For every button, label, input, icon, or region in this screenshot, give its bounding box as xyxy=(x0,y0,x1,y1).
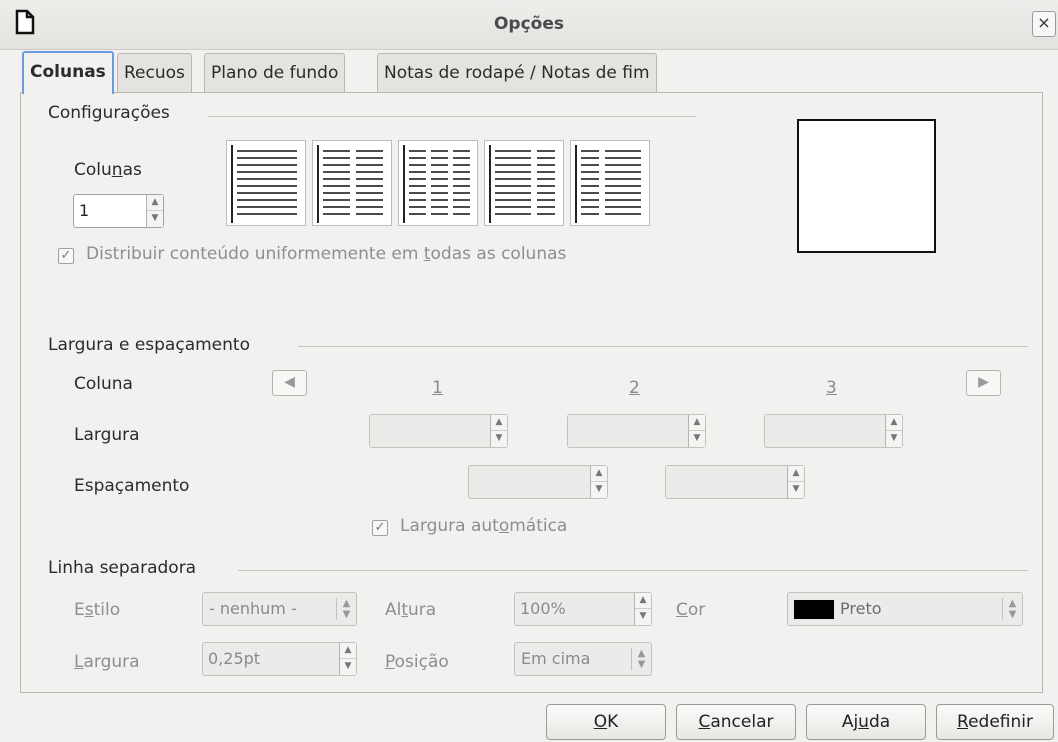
columns-label: Colunas xyxy=(74,160,142,180)
column-row-label: Coluna xyxy=(74,374,133,394)
distribute-checkbox[interactable]: ✓ xyxy=(58,248,74,264)
width-spacing-title: Largura e espaçamento xyxy=(48,335,250,355)
column-1-width-field[interactable]: ▲ ▼ xyxy=(369,414,508,448)
reset-button[interactable]: Redefinir xyxy=(936,704,1054,740)
line-width-label: Largura xyxy=(74,652,140,672)
column-2-width-field[interactable]: ▲ ▼ xyxy=(567,414,706,448)
height-value: 100% xyxy=(520,599,566,618)
settings-divider xyxy=(208,116,696,117)
title-bar: Opções × xyxy=(0,0,1058,50)
preset-2-columns[interactable] xyxy=(312,140,392,226)
chevron-updown-icon: ▲ ▼ xyxy=(1002,598,1022,620)
settings-section-title: Configurações xyxy=(48,103,170,123)
help-button[interactable]: Ajuda xyxy=(806,704,926,740)
style-value: - nenhum - xyxy=(209,599,297,618)
width-spacing-divider xyxy=(298,346,1028,347)
close-icon[interactable]: × xyxy=(1032,11,1056,37)
arrow-left-icon[interactable]: ◀ xyxy=(272,370,307,396)
position-label: Posição xyxy=(385,652,449,672)
auto-width-checkbox[interactable]: ✓ xyxy=(372,520,388,536)
stepper-buttons[interactable]: ▲ ▼ xyxy=(146,195,163,227)
color-value: Preto xyxy=(840,599,882,618)
column-3-width-field[interactable]: ▲ ▼ xyxy=(764,414,903,448)
column-number-3: 3 xyxy=(826,378,837,398)
ok-button[interactable]: OK xyxy=(546,704,666,740)
height-label: Altura xyxy=(385,600,437,620)
distribute-label: Distribuir conteúdo uniformemente em tod… xyxy=(86,244,567,264)
chevron-updown-icon: ▲ ▼ xyxy=(336,598,356,620)
color-swatch xyxy=(794,600,834,619)
auto-width-label: Largura automática xyxy=(400,516,568,536)
tab-plano-de-fundo[interactable]: Plano de fundo xyxy=(204,53,346,93)
spacing-2-field[interactable]: ▲ ▼ xyxy=(665,465,805,499)
color-select[interactable]: Preto ▲ ▼ xyxy=(787,592,1023,626)
arrow-right-icon[interactable]: ▶ xyxy=(966,370,1001,396)
tab-recuos[interactable]: Recuos xyxy=(117,53,192,93)
preset-3-columns[interactable] xyxy=(398,140,478,226)
preset-1-column[interactable] xyxy=(226,140,306,226)
color-label: Cor xyxy=(676,600,706,620)
page-preview xyxy=(797,119,936,253)
tab-notas[interactable]: Notas de rodapé / Notas de fim xyxy=(377,53,657,93)
separator-divider xyxy=(238,570,1028,571)
spacing-1-field[interactable]: ▲ ▼ xyxy=(468,465,608,499)
preset-2-columns-left-wide[interactable] xyxy=(484,140,564,226)
position-select[interactable]: Em cima ▲ ▼ xyxy=(514,642,652,676)
style-select[interactable]: - nenhum - ▲ ▼ xyxy=(202,592,357,626)
chevron-updown-icon: ▲ ▼ xyxy=(631,648,651,670)
spacing-row-label: Espaçamento xyxy=(74,476,190,496)
column-number-2: 2 xyxy=(629,378,640,398)
line-width-value: 0,25pt xyxy=(208,649,261,668)
column-number-1: 1 xyxy=(432,378,443,398)
window-title: Opções xyxy=(493,14,565,34)
position-value: Em cima xyxy=(521,649,591,668)
width-row-label: Largura xyxy=(74,425,140,445)
style-label: Estilo xyxy=(74,600,121,620)
preset-2-columns-right-wide[interactable] xyxy=(570,140,650,226)
columns-stepper[interactable]: 1 ▲ ▼ xyxy=(73,194,164,228)
cancel-button[interactable]: Cancelar xyxy=(676,704,796,740)
separator-title: Linha separadora xyxy=(48,558,197,578)
line-width-stepper[interactable]: 0,25pt ▲ ▼ xyxy=(202,642,357,676)
height-stepper[interactable]: 100% ▲ ▼ xyxy=(514,592,652,626)
columns-value: 1 xyxy=(79,201,90,220)
tab-colunas[interactable]: Colunas xyxy=(22,51,114,94)
